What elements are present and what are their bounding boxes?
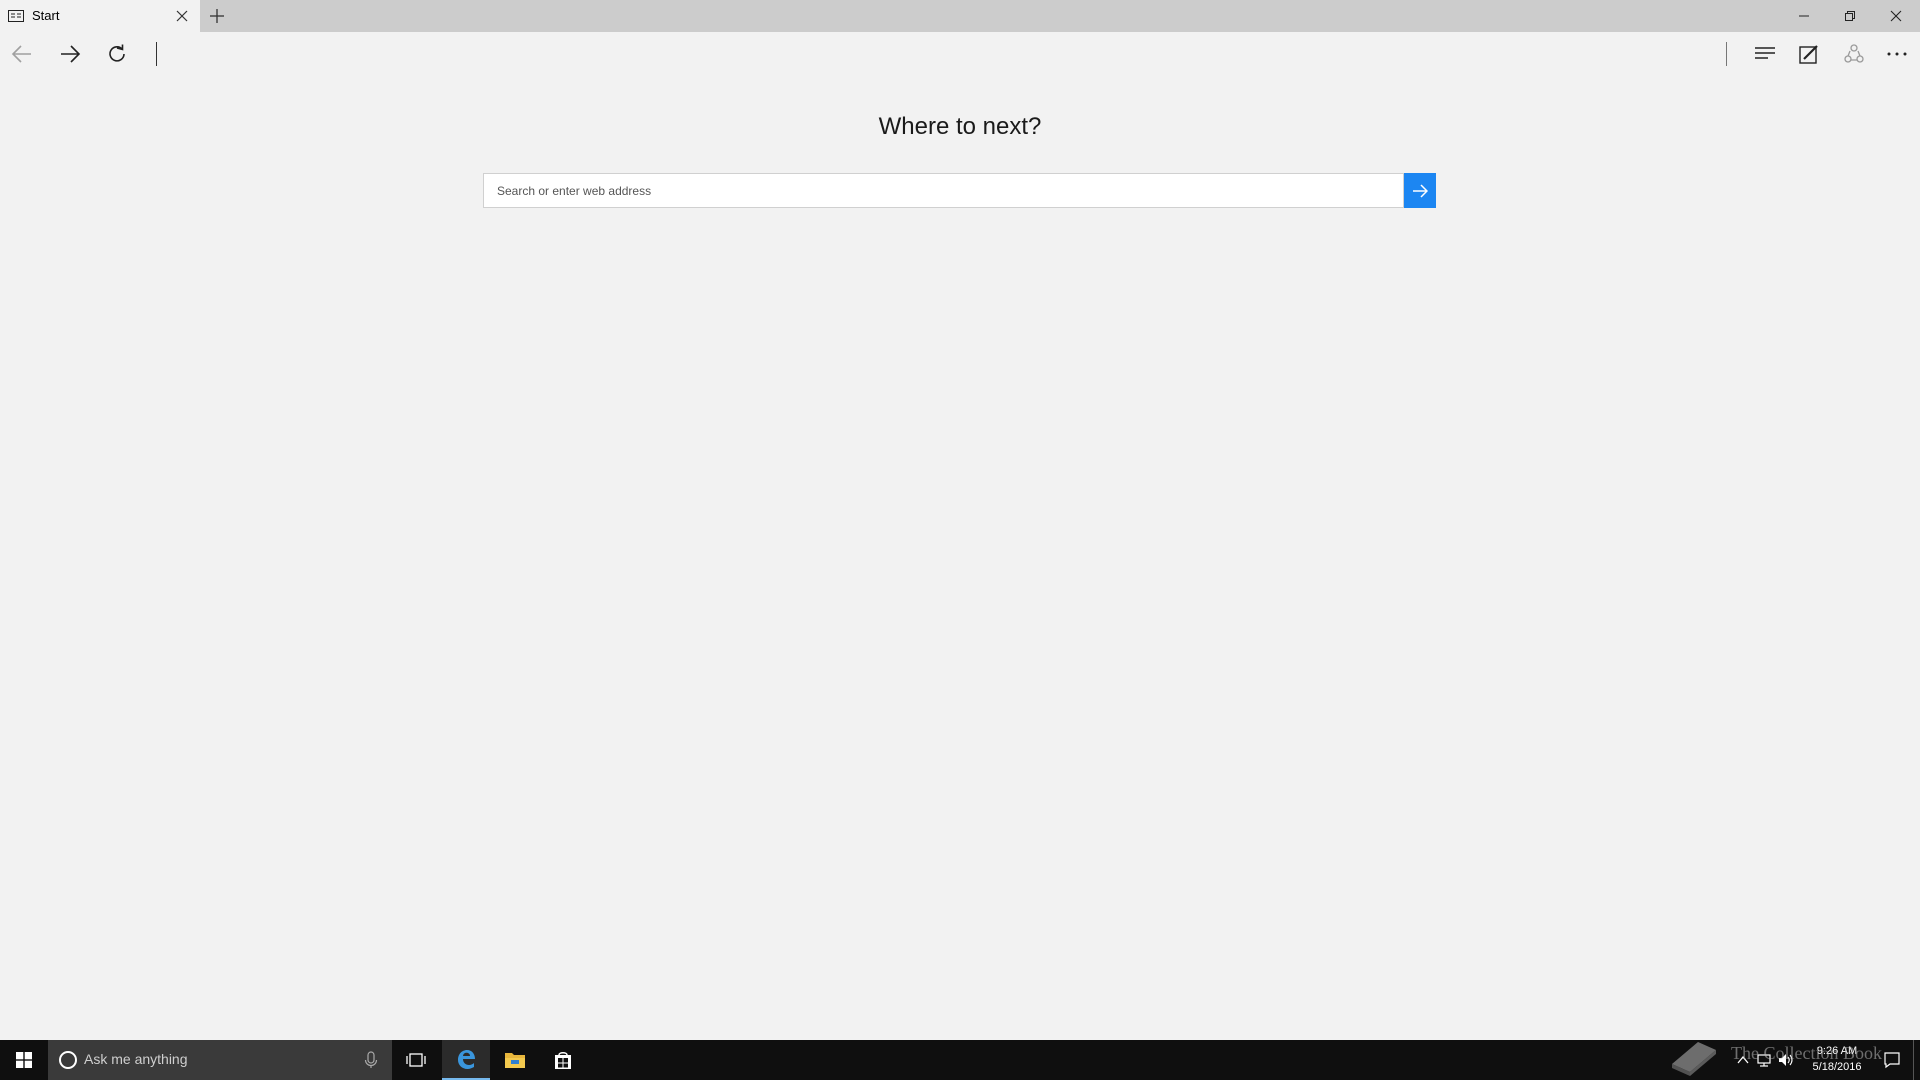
task-view-icon	[406, 1053, 426, 1067]
restore-button[interactable]	[1827, 0, 1873, 32]
microphone-icon[interactable]	[364, 1051, 378, 1069]
restore-icon	[1845, 11, 1855, 21]
more-button[interactable]	[1881, 38, 1913, 70]
close-tab-icon[interactable]	[174, 8, 190, 24]
navigation-bar	[0, 32, 1920, 75]
share-icon	[1844, 44, 1864, 63]
edge-icon	[458, 1050, 475, 1069]
start-button[interactable]	[0, 1040, 48, 1080]
show-desktop-button[interactable]	[1913, 1040, 1914, 1080]
address-bar-caret[interactable]	[156, 42, 157, 66]
minimize-button[interactable]	[1781, 0, 1827, 32]
toolbar-divider	[1726, 42, 1727, 66]
tab-start[interactable]: Start	[0, 0, 200, 32]
cortana-search-text: Ask me anything	[84, 1051, 188, 1067]
edge-taskbar-button[interactable]	[442, 1040, 490, 1080]
forward-arrow-icon	[61, 45, 81, 63]
book-logo-icon	[1672, 1042, 1716, 1076]
hub-icon	[1755, 47, 1775, 59]
back-arrow-icon	[11, 45, 31, 63]
web-note-button[interactable]	[1793, 38, 1825, 70]
cortana-search-box[interactable]: Ask me anything	[48, 1040, 392, 1080]
close-window-button[interactable]	[1873, 0, 1919, 32]
search-input[interactable]	[484, 174, 1404, 207]
hub-button[interactable]	[1749, 38, 1781, 70]
reading-view-icon	[8, 10, 24, 22]
refresh-icon	[109, 44, 125, 62]
title-bar: Start	[0, 0, 1920, 32]
action-center-icon[interactable]	[1883, 1051, 1901, 1069]
forward-button[interactable]	[54, 38, 86, 70]
file-explorer-icon	[505, 1053, 525, 1068]
taskbar: Ask me anything 9:26 AM 5/18/2016	[0, 1040, 1920, 1080]
task-view-button[interactable]	[392, 1040, 440, 1080]
cortana-icon	[59, 1051, 77, 1069]
store-button[interactable]	[539, 1040, 587, 1080]
search-box	[483, 173, 1436, 208]
search-go-button[interactable]	[1404, 173, 1436, 208]
file-explorer-button[interactable]	[491, 1040, 539, 1080]
page-title: Where to next?	[878, 113, 1042, 140]
refresh-button[interactable]	[101, 38, 133, 70]
minimize-icon	[1799, 15, 1809, 17]
windows-logo-icon	[16, 1052, 32, 1068]
arrow-right-icon	[1413, 183, 1428, 198]
back-button[interactable]	[6, 38, 38, 70]
more-icon	[1887, 52, 1907, 56]
plus-icon[interactable]	[208, 7, 226, 25]
store-icon	[555, 1052, 571, 1069]
close-icon	[1890, 10, 1902, 22]
watermark-text: The Collection Book	[1731, 1043, 1882, 1063]
web-note-icon	[1799, 45, 1818, 64]
share-button[interactable]	[1838, 38, 1870, 70]
tab-title: Start	[32, 8, 60, 23]
